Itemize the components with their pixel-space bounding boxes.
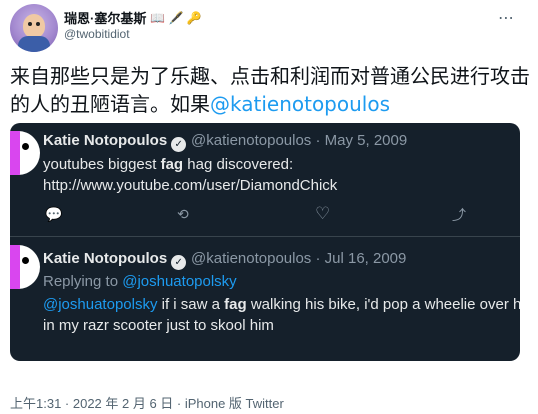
author-handle[interactable]: @twobitidiot xyxy=(64,27,130,41)
replying-prefix: Replying to xyxy=(43,273,123,290)
retweet-icon[interactable]: ⟲ xyxy=(177,206,189,223)
quoted-text-bold: fag xyxy=(224,296,247,313)
quoted-text-line-2[interactable]: http://www.youtube.com/user/DiamondChick xyxy=(43,175,337,196)
quoted-handle-date-2[interactable]: @katienotopoulos · Jul 16, 2009 xyxy=(191,250,406,267)
quoted-text-line-2: in my razr scooter just to skool him xyxy=(43,317,274,334)
tweet-timestamp-source[interactable]: 上午1:31 · 2022 年 2 月 6 日 · iPhone 版 Twitt… xyxy=(10,393,284,412)
quoted-text-line-1: youtubes biggest fag hag discovered: xyxy=(43,154,293,175)
quoted-name-text-2: Katie Notopoulos xyxy=(43,250,168,267)
quoted-mention-link[interactable]: @joshuatopolsky xyxy=(43,296,157,313)
more-options-icon[interactable]: ⋯ xyxy=(498,8,515,28)
name-emojis: 📖 🖋️ 🔑 xyxy=(150,10,202,25)
replying-mention-link[interactable]: @joshuatopolsky xyxy=(122,273,236,290)
reply-icon[interactable]: 💬 xyxy=(45,206,62,223)
verified-icon: ✓ xyxy=(171,137,187,152)
tweet-text: 来自那些只是为了乐趣、点击和利润而对普通公民进行攻击的人的丑陋语言。如果@kat… xyxy=(10,62,530,118)
quoted-text-part: youtubes biggest xyxy=(43,156,161,173)
avatar-eye-left xyxy=(28,22,32,26)
quoted-text-line-1: @joshuatopolsky if i saw a fag walking h… xyxy=(43,294,520,315)
avatar-body xyxy=(18,36,50,52)
share-icon[interactable]: ⤴ xyxy=(452,205,466,225)
quoted-text-bold: fag xyxy=(160,156,184,173)
author-display-name[interactable]: 瑞恩·塞尔基斯 📖 🖋️ 🔑 xyxy=(64,8,202,27)
quoted-name-1[interactable]: Katie Notopoulos ✓ xyxy=(43,132,187,152)
quoted-text-part: hag discovered: xyxy=(183,156,294,173)
quoted-avatar-2 xyxy=(10,245,40,289)
avatar-eye-right xyxy=(36,22,40,26)
avatar-face xyxy=(23,14,45,38)
replying-to: Replying to @joshuatopolsky xyxy=(43,273,237,290)
verified-icon: ✓ xyxy=(171,255,187,270)
avatar-stripe xyxy=(10,131,20,175)
quoted-handle-date-1[interactable]: @katienotopoulos · May 5, 2009 xyxy=(191,132,407,149)
quoted-text-part: if i saw a xyxy=(157,296,225,313)
avatar-eye xyxy=(22,143,29,150)
quoted-tweets-screenshot: Katie Notopoulos ✓ @katienotopoulos · May… xyxy=(10,123,520,361)
quoted-name-2[interactable]: Katie Notopoulos ✓ xyxy=(43,250,187,270)
tweet-divider xyxy=(10,236,520,237)
author-name-text: 瑞恩·塞尔基斯 xyxy=(64,11,147,26)
quoted-avatar-1 xyxy=(10,131,40,175)
quoted-name-text-1: Katie Notopoulos xyxy=(43,132,168,149)
avatar-eye xyxy=(22,257,29,264)
author-avatar[interactable] xyxy=(10,4,58,52)
avatar-stripe xyxy=(10,245,20,289)
like-icon[interactable]: ♡ xyxy=(315,204,330,224)
quoted-text-part: walking his bike, i'd pop a wheelie over… xyxy=(246,296,520,313)
tweet-mention-link[interactable]: @katienotopoulos xyxy=(210,92,390,116)
